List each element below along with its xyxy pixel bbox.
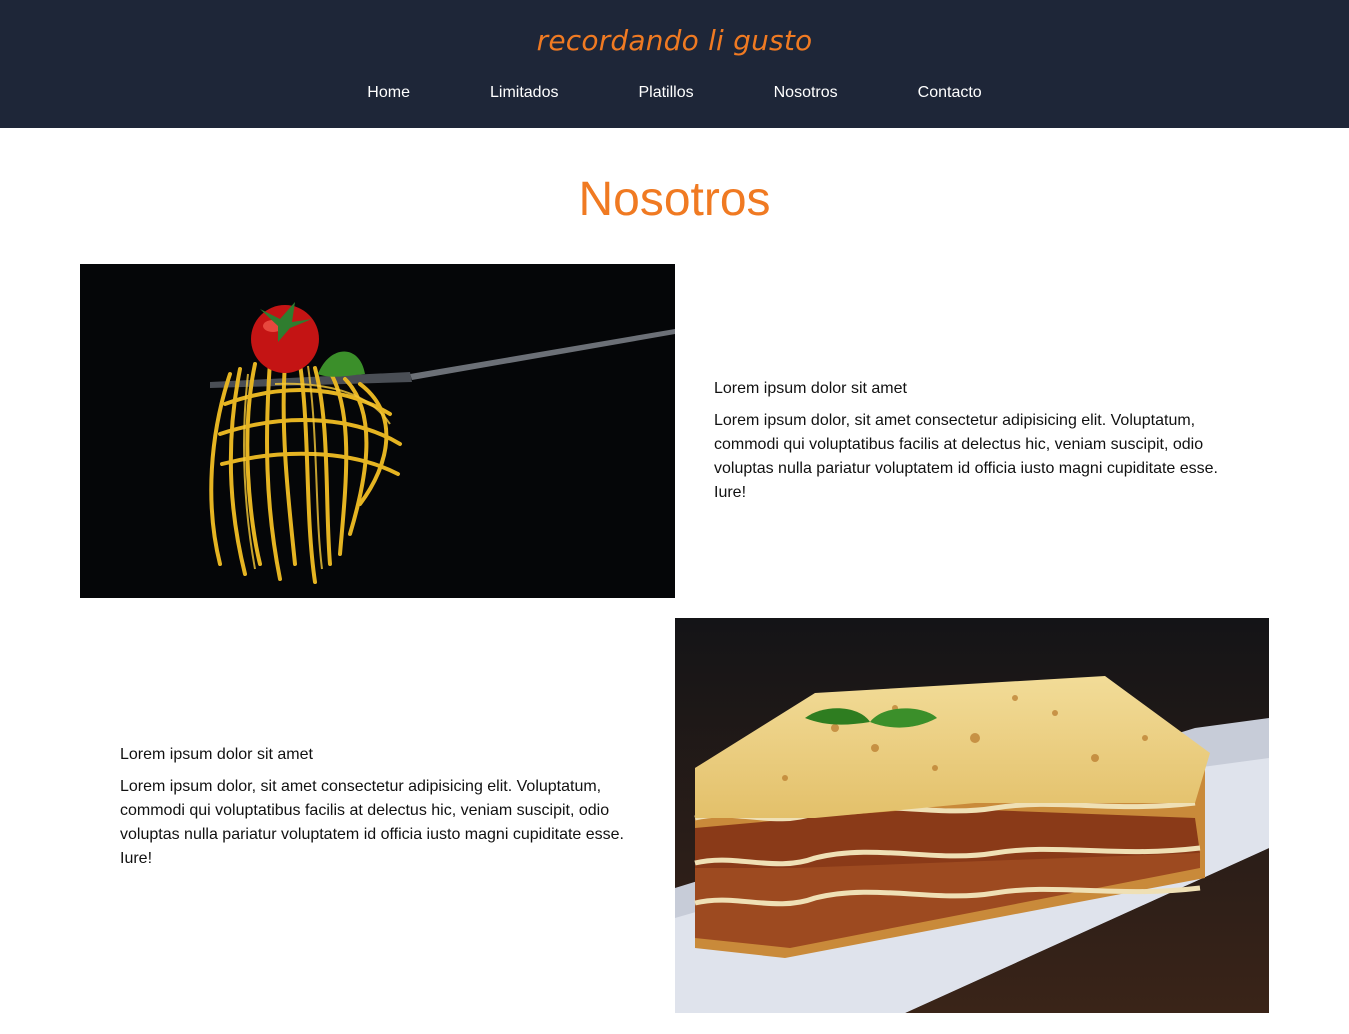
main-nav: Home Limitados Platillos Nosotros Contac… [0,82,1349,104]
nav-limitados[interactable]: Limitados [450,82,598,104]
feature-body: Lorem ipsum dolor, sit amet consectetur … [120,778,624,867]
feature-heading: Lorem ipsum dolor sit amet [714,380,907,397]
nav-nosotros[interactable]: Nosotros [734,82,878,104]
feature-text-1: Lorem ipsum dolor sit amet Lorem ipsum d… [714,377,1234,505]
nav-platillos[interactable]: Platillos [598,82,733,104]
lasagna-photo [675,618,1269,1013]
feature-body: Lorem ipsum dolor, sit amet consectetur … [714,412,1218,501]
feature-text-2: Lorem ipsum dolor sit amet Lorem ipsum d… [120,743,640,871]
brand-logo[interactable]: recordando li gusto [0,24,1349,57]
nav-home[interactable]: Home [327,82,450,104]
feature-heading: Lorem ipsum dolor sit amet [120,746,313,763]
section-title: Nosotros [578,173,771,226]
nav-contacto[interactable]: Contacto [878,82,1022,104]
site-header: recordando li gusto Home Limitados Plati… [0,0,1349,128]
spaghetti-fork-photo [80,264,675,598]
